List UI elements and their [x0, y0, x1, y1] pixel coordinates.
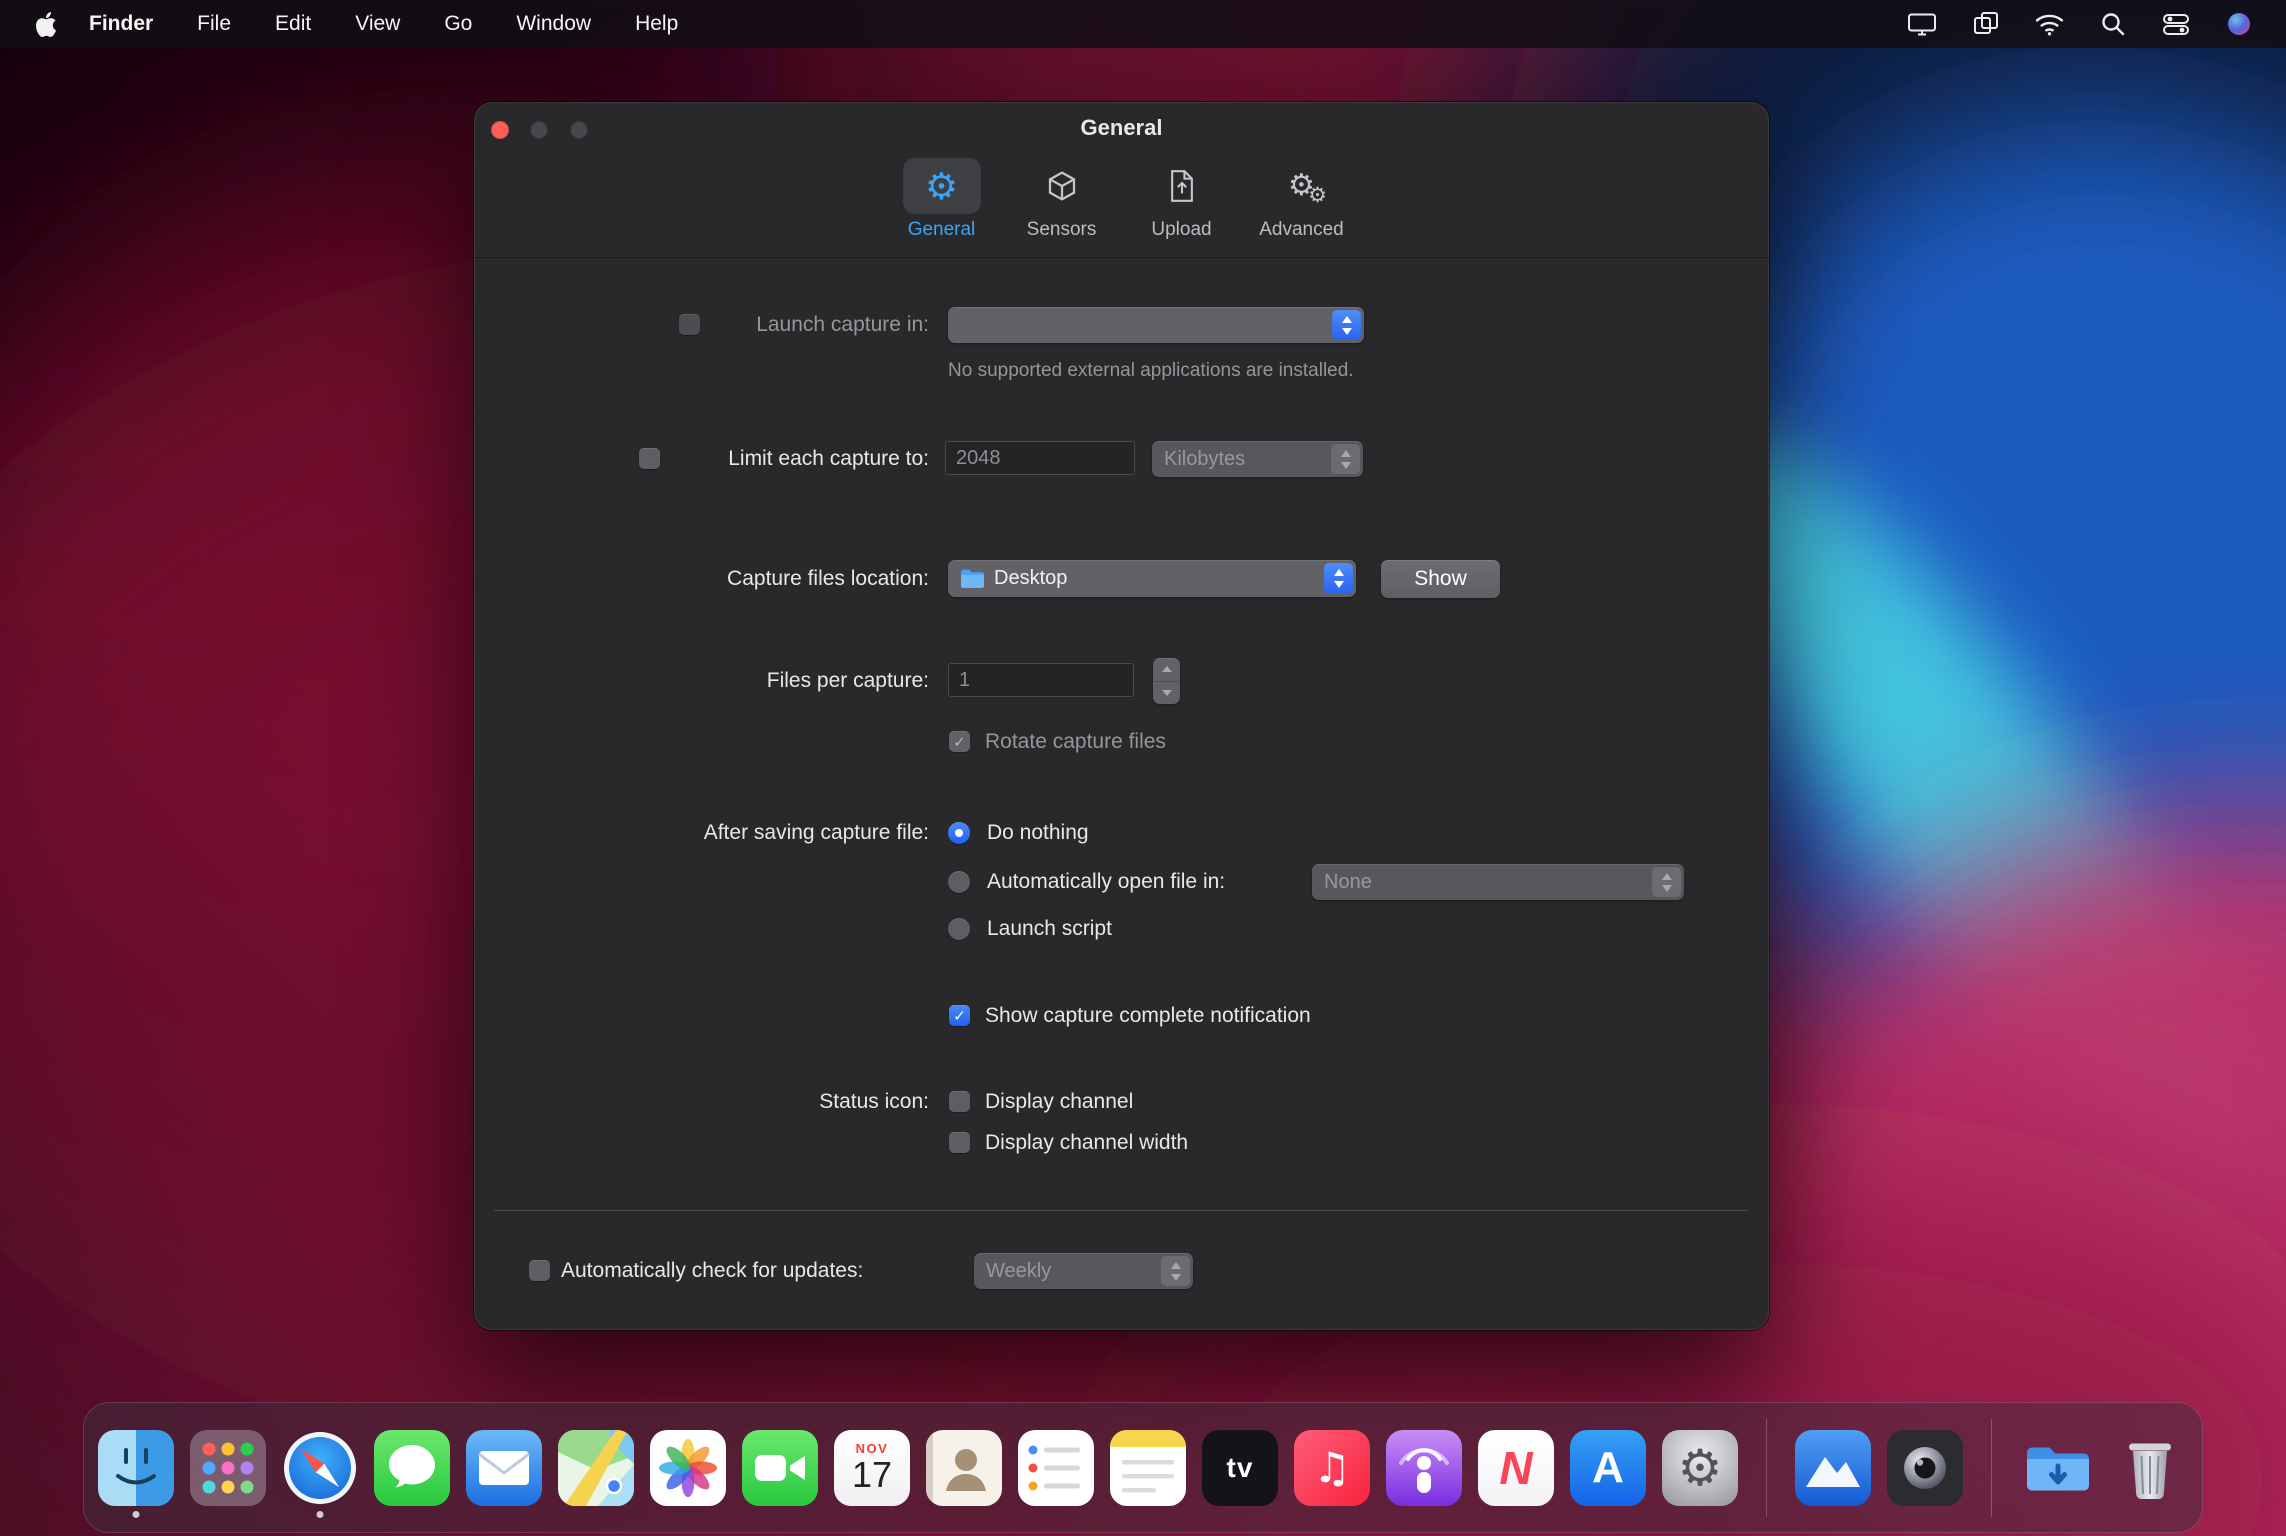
auto-open-radio[interactable] [948, 871, 970, 893]
menu-window[interactable]: Window [516, 12, 591, 36]
dock-launchpad-icon[interactable] [190, 1429, 266, 1506]
dock-reminders-icon[interactable] [1018, 1429, 1094, 1506]
dock-blue-utility-app-icon[interactable] [1795, 1429, 1871, 1506]
dock-news-icon[interactable]: N [1478, 1429, 1554, 1506]
dock-messages-icon[interactable] [374, 1429, 450, 1506]
check-updates-label: Automatically check for updates: [561, 1259, 864, 1282]
limit-capture-label: Limit each capture to: [728, 447, 929, 470]
status-icon-label: Status icon: [819, 1090, 929, 1113]
dock-tv-icon[interactable]: tv [1202, 1429, 1278, 1506]
dock-contacts-icon[interactable] [926, 1429, 1002, 1506]
dock-separator [1766, 1418, 1767, 1517]
show-button[interactable]: Show [1381, 560, 1500, 598]
do-nothing-label: Do nothing [987, 821, 1089, 844]
dock-downloads-icon[interactable] [2020, 1430, 2096, 1506]
dock-separator [1991, 1418, 1992, 1517]
display-channel-width-checkbox[interactable] [949, 1132, 970, 1153]
popup-chevrons-icon [1324, 563, 1353, 594]
auto-open-label: Automatically open file in: [987, 870, 1226, 893]
preferences-window: General ⚙ General Sensors Upload ⚙ ⚙ Adva [474, 102, 1769, 1330]
files-per-capture-field[interactable]: 1 [948, 663, 1134, 697]
after-saving-label: After saving capture file: [703, 821, 929, 844]
rotate-files-label: Rotate capture files [985, 730, 1166, 753]
capture-location-popup[interactable]: Desktop [948, 560, 1356, 597]
files-per-capture-label: Files per capture: [766, 669, 929, 692]
dock-notes-icon[interactable] [1110, 1429, 1186, 1506]
auto-open-app-popup[interactable]: None [1312, 864, 1684, 900]
dock-system-preferences-icon[interactable]: ⚙ [1662, 1429, 1738, 1506]
dock-calendar-icon[interactable]: NOV 17 [834, 1429, 910, 1506]
display-channel-label: Display channel [985, 1090, 1134, 1113]
display-channel-width-label: Display channel width [985, 1131, 1189, 1154]
stepper-down-icon[interactable] [1153, 682, 1180, 705]
notification-checkbox[interactable] [949, 1005, 970, 1026]
wifi-icon[interactable] [2035, 13, 2064, 36]
window-content: Launch capture in: No supported external… [474, 102, 1769, 1330]
capture-unit-popup[interactable]: Kilobytes [1152, 441, 1363, 477]
popup-chevrons-icon [1331, 444, 1360, 474]
dock-photos-icon[interactable] [650, 1429, 726, 1506]
do-nothing-radio[interactable] [948, 822, 970, 844]
dock-finder-icon[interactable] [98, 1429, 174, 1506]
launch-capture-label: Launch capture in: [756, 313, 929, 336]
menu-file[interactable]: File [197, 12, 231, 36]
menu-view[interactable]: View [355, 12, 400, 36]
check-updates-checkbox[interactable] [529, 1260, 550, 1281]
popup-chevrons-icon [1161, 1256, 1190, 1286]
launch-script-label: Launch script [987, 917, 1112, 940]
windows-icon[interactable] [1973, 11, 1999, 37]
menu-edit[interactable]: Edit [275, 12, 311, 36]
dock-maps-icon[interactable] [558, 1429, 634, 1506]
dock-safari-icon[interactable] [282, 1430, 358, 1506]
apple-menu[interactable] [34, 11, 57, 38]
section-divider [494, 1210, 1748, 1211]
display-channel-checkbox[interactable] [949, 1091, 970, 1112]
notification-label: Show capture complete notification [985, 1004, 1311, 1027]
capture-size-field[interactable]: 2048 [945, 441, 1135, 475]
dock: NOV 17 tv ♫ N A ⚙ [83, 1402, 2203, 1533]
desktop: { "menu_bar": { "app_name": "Finder", "m… [0, 0, 2286, 1536]
dock-capture-app-icon[interactable] [1887, 1429, 1963, 1506]
dock-facetime-icon[interactable] [742, 1429, 818, 1506]
menu-app-name[interactable]: Finder [89, 12, 153, 36]
launch-capture-popup[interactable] [948, 307, 1364, 343]
menu-go[interactable]: Go [444, 12, 472, 36]
dock-mail-icon[interactable] [466, 1429, 542, 1506]
popup-chevrons-icon [1332, 310, 1361, 340]
capture-location-label: Capture files location: [727, 567, 929, 590]
control-center-icon[interactable] [2162, 11, 2190, 38]
menu-bar: Finder File Edit View Go Window Help [0, 0, 2286, 48]
popup-chevrons-icon [1652, 867, 1681, 897]
display-icon[interactable] [1907, 11, 1937, 38]
dock-music-icon[interactable]: ♫ [1294, 1429, 1370, 1506]
stepper-up-icon[interactable] [1153, 658, 1180, 682]
dock-podcasts-icon[interactable] [1386, 1429, 1462, 1506]
menu-help[interactable]: Help [635, 12, 678, 36]
no-apps-note: No supported external applications are i… [948, 360, 1354, 381]
rotate-files-checkbox[interactable] [949, 731, 970, 752]
spotlight-icon[interactable] [2100, 11, 2126, 37]
siri-icon[interactable] [2226, 11, 2252, 37]
dock-app-store-icon[interactable]: A [1570, 1429, 1646, 1506]
dock-trash-icon[interactable] [2112, 1430, 2188, 1506]
update-frequency-popup[interactable]: Weekly [974, 1253, 1193, 1289]
folder-icon [960, 569, 985, 588]
launch-script-radio[interactable] [948, 918, 970, 940]
files-per-capture-stepper[interactable] [1153, 658, 1180, 704]
